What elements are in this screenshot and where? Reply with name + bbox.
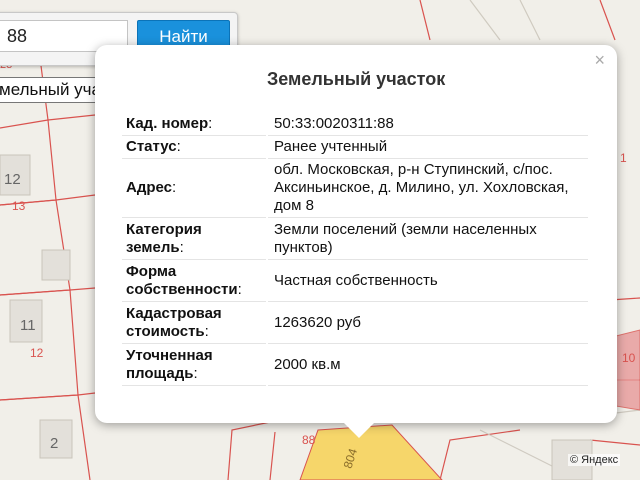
info-key-line: Уточненная	[126, 346, 213, 364]
map-label-11: 11	[20, 317, 36, 334]
info-key-line: Форма	[126, 262, 177, 280]
map-label-1: 1	[620, 151, 627, 165]
info-key: Адрес:	[122, 158, 267, 218]
map-label-12b: 12	[30, 346, 44, 360]
parcel-info-table: Кад. номер: 50:33:0020311:88 Статус: Ранее …	[122, 113, 588, 386]
info-key-line: Категория	[126, 220, 202, 238]
info-value: Частная собственность	[266, 259, 588, 302]
info-value: Ранее учтенный	[266, 135, 588, 159]
info-row: Кад. номер: 50:33:0020311:88	[122, 113, 588, 136]
info-value: 50:33:0020311:88	[266, 113, 588, 136]
popup-pointer	[343, 422, 375, 438]
info-key-line: земель	[126, 238, 180, 256]
info-key: Статус:	[122, 135, 267, 159]
info-key-line: Статус	[126, 138, 177, 155]
info-key: Кад. номер:	[122, 113, 267, 136]
info-value: 2000 кв.м	[266, 343, 588, 386]
info-value-line: пунктов)	[274, 238, 333, 256]
info-value: обл. Московская, р-н Ступинский, с/пос. А…	[266, 158, 588, 218]
map-label-2: 2	[50, 435, 58, 452]
info-row: Статус: Ранее учтенный	[122, 135, 588, 159]
info-value-line: Земли поселений (земли населенных	[274, 220, 537, 238]
info-row: Кадастровая стоимость: 1263620 руб	[122, 301, 588, 344]
info-value: 1263620 руб	[266, 301, 588, 344]
info-row: Уточненная площадь: 2000 кв.м	[122, 343, 588, 386]
map-copyright[interactable]: © Яндекс	[568, 454, 621, 466]
popup-title: Земельный участок	[267, 69, 446, 89]
info-value-line: Частная собственность	[274, 271, 438, 289]
map-label-12: 12	[4, 171, 21, 188]
info-value-line: Ранее учтенный	[274, 138, 388, 155]
info-key: Категория земель:	[122, 217, 267, 260]
close-icon[interactable]: ×	[594, 51, 605, 69]
info-key-line: Адрес	[126, 179, 173, 196]
parcel-info-popup: × Земельный участок Кад. номер: 50:33:002…	[95, 45, 617, 423]
info-key: Форма собственности:	[122, 259, 267, 302]
map-label-88: 88	[302, 433, 316, 447]
info-key-line: Кадастровая	[126, 304, 222, 322]
info-value-line: обл. Московская, р-н Ступинский, с/пос.	[274, 161, 553, 178]
info-row: Категория земель: Земли поселений (земли н…	[122, 217, 588, 260]
map-label-10: 10	[622, 351, 636, 365]
info-key: Кадастровая стоимость:	[122, 301, 267, 344]
info-row: Форма собственности: Частная собственность	[122, 259, 588, 302]
info-value: Земли поселений (земли населенных пунктов…	[266, 217, 588, 260]
info-value-line: 50:33:0020311:88	[274, 115, 394, 132]
info-row: Адрес: обл. Московская, р-н Ступинский, с…	[122, 158, 588, 218]
info-value-line: 1263620 руб	[274, 313, 361, 331]
info-value-line: 2000 кв.м	[274, 355, 341, 373]
info-key-line: Кад. номер	[126, 115, 209, 132]
info-key-line: площадь	[126, 364, 194, 382]
map-label-13: 13	[12, 199, 26, 213]
info-key-line: стоимость	[126, 322, 205, 340]
info-key-line: собственности	[126, 280, 238, 298]
info-value-line: дом 8	[274, 197, 314, 214]
info-value-line: Аксиньинское, д. Милино, ул. Хохловская,	[274, 179, 569, 196]
info-key: Уточненная площадь:	[122, 343, 267, 386]
